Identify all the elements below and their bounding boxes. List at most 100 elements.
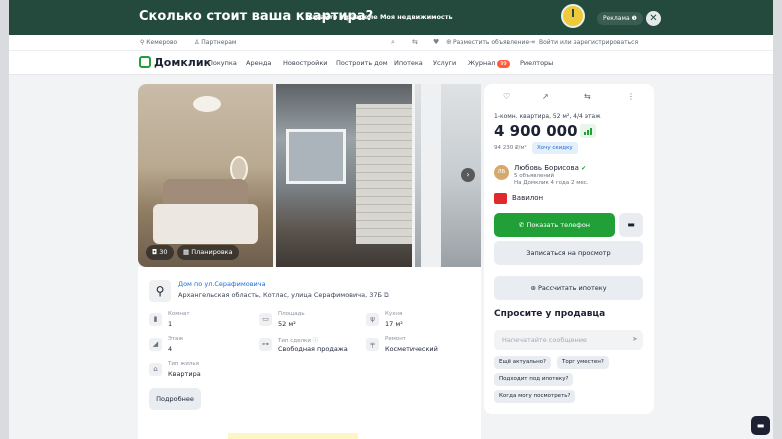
quick-question-chip[interactable]: Когда могу посмотреть? (494, 390, 576, 403)
quick-question-chip[interactable]: Торг уместен? (557, 356, 609, 369)
chat-widget-icon[interactable]: ▬ (751, 416, 770, 435)
spec-label: Тип сделки ⓘ (278, 336, 318, 344)
journal-label: Журнал (468, 59, 496, 67)
main-nav: Домклик Покупка Аренда Новостройки Постр… (9, 51, 773, 75)
chandelier-shape (193, 96, 221, 112)
price: 4 900 000 ₽ (494, 122, 594, 140)
nav-item-rent[interactable]: Аренда (246, 59, 271, 67)
rooms-summary: 1-комн. квартира, 52 м², 4/4 этаж (494, 113, 601, 120)
journal-badge: 99 (497, 60, 510, 68)
discount-button[interactable]: Хочу скидку (532, 142, 578, 154)
price-history-icon[interactable] (580, 124, 596, 138)
quick-question-chip[interactable]: Ещё актуально? (494, 356, 551, 369)
nav-item-buy[interactable]: Покупка (208, 59, 237, 67)
chat-button[interactable]: ▬ (619, 213, 643, 237)
address-text: Архангельская область, Котлас, улица Сер… (178, 291, 382, 299)
address: Архангельская область, Котлас, улица Сер… (178, 291, 389, 300)
spec-label: Этаж (168, 336, 184, 342)
door-icon: ▮ (149, 313, 162, 326)
copy-icon[interactable]: ⧉ (384, 291, 389, 299)
banner-subtitle: Узнайте в разделе Моя недвижимость (307, 13, 453, 21)
floor-plan-pill[interactable]: ▦ Планировка (177, 245, 239, 260)
logo-text: Домклик (154, 56, 212, 69)
home-icon: ⌂ (149, 363, 162, 376)
spec-value: 52 м² (278, 320, 296, 328)
kitchen-icon: ψ (366, 313, 379, 326)
photo-bedroom[interactable] (138, 84, 273, 267)
chevron-right-icon[interactable]: › (461, 168, 475, 182)
agent-since: На Домклик 4 года 2 мес. (514, 180, 589, 186)
close-icon[interactable]: ✕ (646, 11, 661, 26)
spec-value: Косметический (385, 345, 438, 353)
photo-balcony[interactable] (276, 84, 412, 267)
plan-icon: ▦ (183, 248, 192, 256)
clock-icon (561, 4, 585, 28)
calculator-icon: ⊛ (530, 284, 538, 292)
photo-count: 30 (159, 248, 168, 256)
send-icon[interactable]: ➤ (632, 335, 638, 343)
message-input[interactable] (494, 330, 643, 350)
search-icon[interactable]: ⌕ (391, 38, 395, 47)
building-link[interactable]: Дом по ул.Серафимовича (178, 280, 266, 288)
spec-label: Кухня (385, 311, 403, 317)
more-icon[interactable]: ⋮ (627, 92, 635, 101)
promo-strip (228, 433, 358, 439)
price-per-meter: 94 230 ₽/м² (494, 145, 527, 151)
spec-value: 4 (168, 345, 173, 353)
stairs-icon: ◢ (149, 338, 162, 351)
window-shape (286, 129, 346, 184)
spec-value: 1 (168, 320, 173, 328)
top-utility-bar: ⚲ Кемерово ♙ Партнерам ⌕ ⇆ ♥ ⊕ Разместит… (9, 35, 773, 51)
agency-name[interactable]: Вавилон (512, 194, 543, 202)
compare-icon[interactable]: ⇆ (412, 38, 418, 46)
plan-label: Планировка (191, 248, 233, 256)
spec-label: Комнат (168, 311, 190, 317)
city-selector[interactable]: ⚲ Кемерово (140, 39, 177, 46)
heart-icon[interactable]: ♥ (433, 38, 439, 46)
avatar[interactable]: ЛБ (494, 165, 509, 180)
nav-item-services[interactable]: Услуги (433, 59, 456, 67)
nav-item-mortgage[interactable]: Ипотека (394, 59, 423, 67)
quick-question-chip[interactable]: Подходит под ипотеку? (494, 373, 574, 386)
nav-item-build-house[interactable]: Построить дом (336, 59, 388, 67)
agent-listings: 5 объявлений (514, 173, 555, 179)
price-card: ♡ ↗ ⇆ ⋮ 1-комн. квартира, 52 м², 4/4 эта… (484, 84, 654, 414)
spec-label-text: Тип сделки (278, 338, 311, 344)
more-details-button[interactable]: Подробнее (149, 388, 201, 410)
share-icon[interactable]: ↗ (542, 92, 549, 101)
ask-seller-title: Спросите у продавца (494, 309, 606, 319)
map-pin-icon[interactable]: ⚲ (149, 280, 171, 302)
listing-info: ⚲ Дом по ул.Серафимовича Архангельская о… (138, 267, 481, 439)
heart-icon[interactable]: ♡ (503, 92, 510, 101)
spec-label: Ремонт (385, 336, 407, 342)
nav-item-new-buildings[interactable]: Новостройки (283, 59, 328, 67)
curtain-shape (421, 84, 441, 267)
schedule-viewing-button[interactable]: Записаться на просмотр (494, 241, 643, 265)
spec-label: Площадь (278, 311, 305, 317)
nav-item-journal[interactable]: Журнал 99 (468, 59, 510, 68)
ad-label[interactable]: Реклама ❶ (597, 12, 643, 25)
promo-banner[interactable]: Сколько стоит ваша квартира? Узнайте в р… (9, 0, 773, 35)
show-phone-button[interactable]: ✆ Показать телефон (494, 213, 615, 237)
nav-item-realtors[interactable]: Риелторы (520, 59, 553, 67)
logo[interactable]: Домклик (139, 56, 211, 69)
spec-value: 17 м² (385, 320, 403, 328)
browser-frame-right (773, 0, 782, 439)
spec-label: Тип жилья (168, 361, 199, 367)
plus-circle-icon: ⊕ (446, 38, 452, 46)
mortgage-calc-label: Рассчитать ипотеку (537, 284, 607, 292)
agency-logo-icon (494, 193, 507, 204)
show-phone-label: Показать телефон (526, 221, 591, 229)
key-icon: ⊶ (259, 338, 272, 351)
photo-gallery[interactable] (138, 84, 481, 267)
info-icon[interactable]: ⓘ (313, 338, 319, 344)
photo-count-pill[interactable]: ◘ 30 (146, 245, 174, 260)
mortgage-calc-button[interactable]: ⊛ Рассчитать ипотеку (494, 276, 643, 300)
bed-shape (153, 204, 258, 244)
login-link[interactable]: Войти или зарегистрироваться (539, 39, 638, 46)
compare-icon[interactable]: ⇆ (584, 92, 591, 101)
agent-name[interactable]: Любовь Борисова ✔ (514, 164, 586, 172)
partners-link[interactable]: ♙ Партнерам (194, 39, 236, 46)
place-ad-link[interactable]: Разместить объявление (453, 39, 529, 46)
verified-icon: ✔ (581, 165, 587, 172)
